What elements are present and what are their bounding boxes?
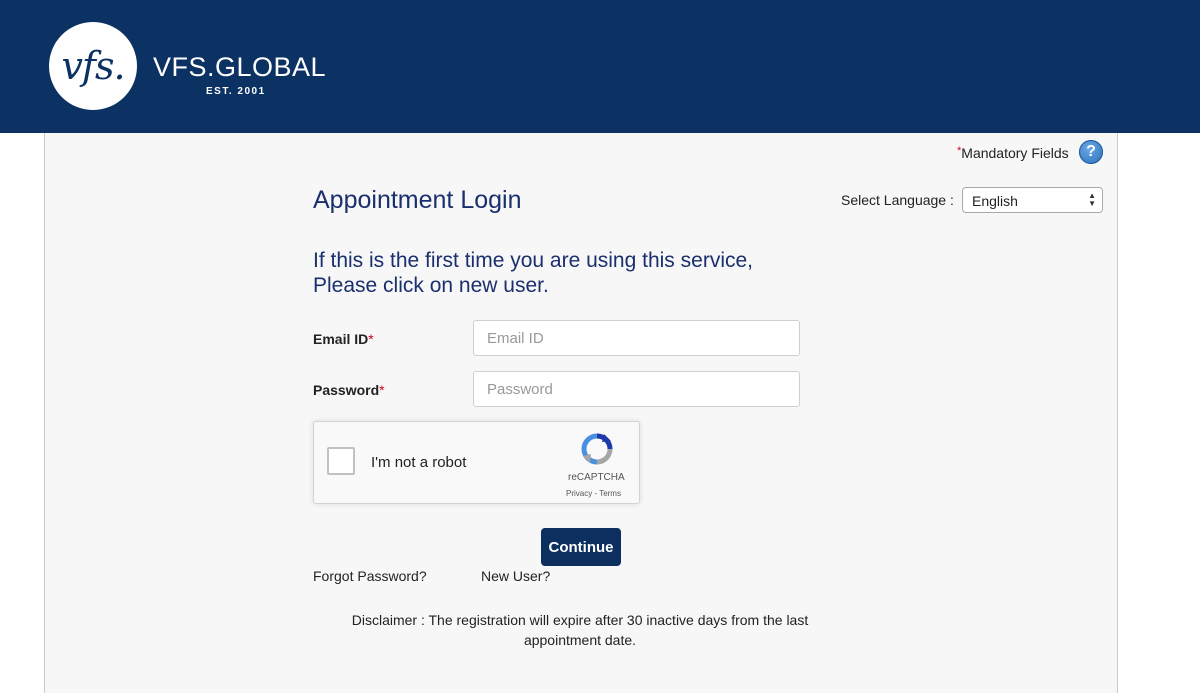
email-field[interactable] xyxy=(473,320,800,356)
recaptcha-widget: I'm not a robot reCAPTCHA Privacy - Term… xyxy=(313,421,640,504)
vfs-global-logo[interactable]: vfs. VFS.GLOBAL EST. 2001 xyxy=(48,20,327,112)
email-label: Email ID* xyxy=(313,331,374,347)
login-panel xyxy=(44,133,1118,693)
password-required-star: * xyxy=(379,382,385,398)
recaptcha-checkbox[interactable] xyxy=(327,447,355,475)
disclaimer: Disclaimer : The registration will expir… xyxy=(330,610,830,650)
disclaimer-line-1: Disclaimer : The registration will expir… xyxy=(351,612,809,628)
password-label: Password* xyxy=(313,382,385,398)
logo-name: VFS.GLOBAL xyxy=(153,52,327,82)
language-select[interactable]: English ▲ ▼ xyxy=(962,187,1103,213)
new-user-instructions: If this is the first time you are using … xyxy=(313,248,753,298)
instructions-line-2: Please click on new user. xyxy=(313,274,549,297)
select-updown-icon: ▲ ▼ xyxy=(1088,191,1096,208)
recaptcha-privacy-terms-link[interactable]: Privacy - Terms xyxy=(566,489,621,498)
password-field[interactable] xyxy=(473,371,800,407)
mandatory-fields-label: Mandatory Fields xyxy=(961,145,1069,161)
recaptcha-logo-icon xyxy=(581,433,613,465)
language-label: Select Language : xyxy=(841,192,954,208)
site-header: vfs. VFS.GLOBAL EST. 2001 xyxy=(0,0,1200,133)
instructions-line-1: If this is the first time you are using … xyxy=(313,249,753,272)
forgot-password-link[interactable]: Forgot Password? xyxy=(313,568,427,584)
logo-established: EST. 2001 xyxy=(206,86,266,97)
page-title: Appointment Login xyxy=(313,186,522,214)
language-selected-value: English xyxy=(972,193,1018,209)
mandatory-fields-note: *Mandatory Fields xyxy=(957,145,1069,161)
recaptcha-brand: reCAPTCHA xyxy=(568,472,625,483)
disclaimer-line-2: appointment date. xyxy=(523,632,637,648)
new-user-link[interactable]: New User? xyxy=(481,568,550,584)
recaptcha-label: I'm not a robot xyxy=(371,454,467,471)
continue-button[interactable]: Continue xyxy=(541,528,621,566)
email-required-star: * xyxy=(368,331,374,347)
email-label-text: Email ID xyxy=(313,331,369,347)
logo-monogram: vfs. xyxy=(49,22,137,110)
help-question-icon[interactable]: ? xyxy=(1079,140,1103,164)
password-label-text: Password xyxy=(313,382,380,398)
